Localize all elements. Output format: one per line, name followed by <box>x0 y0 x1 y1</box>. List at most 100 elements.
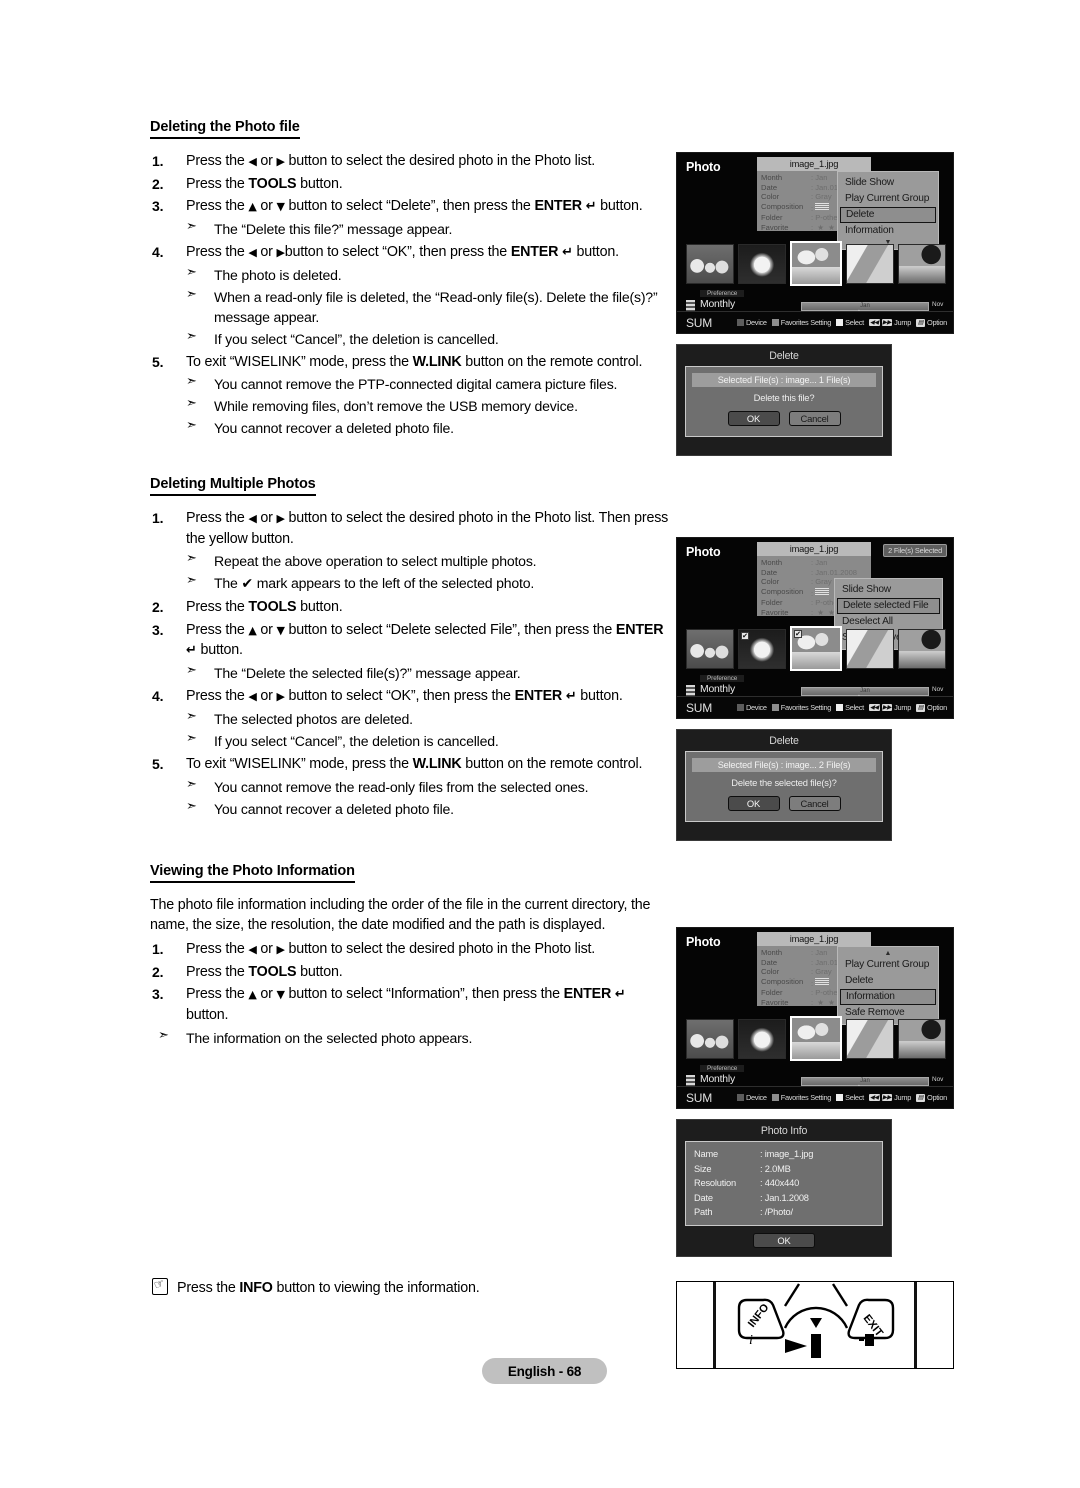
thumbnail-item-checked[interactable]: ✔ <box>738 629 786 669</box>
timeline-track[interactable]: Jan <box>801 687 929 696</box>
note-text: The “Delete this file?” message appear. <box>214 220 453 237</box>
menu-item-play-current-group[interactable]: Play Current Group <box>838 957 938 973</box>
thumbnail-item[interactable] <box>738 1019 786 1059</box>
thumbnail-item[interactable] <box>686 1019 734 1059</box>
preference-label: Preference <box>700 1065 745 1072</box>
tools-icon: ▤ <box>916 1093 926 1102</box>
enter-icon: ↵ <box>614 987 626 1003</box>
menu-item-play-current-group[interactable]: Play Current Group <box>838 191 938 207</box>
thumbnail-item-selected[interactable] <box>790 241 842 286</box>
color-key-icon <box>736 319 744 326</box>
thumbnail-strip[interactable]: ✔ ✔ <box>686 626 948 672</box>
checkbox-checked-icon[interactable]: ✔ <box>741 632 749 640</box>
note-text: The photo is deleted. <box>214 266 342 283</box>
key-hint-device[interactable]: Device <box>736 703 767 712</box>
timeline-track[interactable]: Jan <box>801 1077 929 1086</box>
key-hint-jump[interactable]: ◀◀ ▶▶ Jump <box>868 318 911 327</box>
step-number: 4. <box>152 688 164 705</box>
menu-item-delete[interactable]: Delete <box>838 973 938 989</box>
chevron-up-icon[interactable]: ▲ <box>838 950 938 957</box>
files-selected-badge: 2 File(s) Selected <box>883 544 947 557</box>
cancel-button[interactable]: Cancel <box>788 796 841 811</box>
key-hint-favorites[interactable]: Favorites Setting <box>771 703 831 712</box>
menu-item-slide-show[interactable]: Slide Show <box>835 582 942 598</box>
thumbnail-item-selected[interactable] <box>790 1016 842 1061</box>
menu-item-delete[interactable]: Delete <box>840 207 936 223</box>
step-item: 4. Press the ◀ or ▶ button to select “OK… <box>150 686 670 707</box>
checkbox-checked-icon[interactable]: ✔ <box>794 630 802 638</box>
ok-button[interactable]: OK <box>727 411 780 426</box>
composition-bars-icon <box>815 587 830 596</box>
key-hint-option[interactable]: ▤ Option <box>916 1093 947 1102</box>
info-row: Resolution: 440x440 <box>688 1176 880 1191</box>
key-hint-device[interactable]: Device <box>736 318 767 327</box>
key-hint-select[interactable]: Select <box>836 1093 864 1102</box>
menu-item-delete-selected-file[interactable]: Delete selected File <box>837 598 940 614</box>
note-text: The information on the selected photo ap… <box>186 1029 473 1046</box>
ok-button[interactable]: OK <box>727 796 780 811</box>
info-row: Path: /Photo/ <box>688 1205 880 1220</box>
thumbnail-item-selected-checked[interactable]: ✔ <box>790 626 842 671</box>
thumbnail-item[interactable] <box>846 1019 894 1059</box>
thumbnail-item[interactable] <box>846 244 894 284</box>
tools-context-menu[interactable]: ▲ Play Current Group Delete Information … <box>837 946 939 1025</box>
step-text: Press the ◀ or ▶ button to select the de… <box>186 941 596 958</box>
note-text: The ✔ mark appears to the left of the se… <box>214 575 535 593</box>
key-hint-option[interactable]: ▤ Option <box>916 318 947 327</box>
meta-key: Date <box>761 957 778 967</box>
meta-value: : P-other <box>811 988 841 998</box>
note-item: ➣ The information on the selected photo … <box>150 1028 670 1048</box>
meta-key: Date <box>761 567 778 577</box>
key-hint-favorites[interactable]: Favorites Setting <box>771 318 831 327</box>
key-hint-jump[interactable]: ◀◀ ▶▶ Jump <box>868 1093 911 1102</box>
photo-info-dialog[interactable]: Photo Info Name: image_1.jpg Size: 2.0MB… <box>676 1119 892 1257</box>
tools-context-menu[interactable]: Slide Show Play Current Group Delete Inf… <box>837 171 939 250</box>
key-hint-device[interactable]: Device <box>736 1093 767 1102</box>
menu-item-information[interactable]: Information <box>840 989 936 1005</box>
photo-file-title: image_1.jpg <box>757 157 871 171</box>
note-item: ➣ The photo is deleted. <box>186 265 670 285</box>
thumbnail-item[interactable] <box>686 244 734 284</box>
delete-confirm-dialog-single[interactable]: Delete Selected File(s) : image... 1 Fil… <box>676 344 892 456</box>
note-text: The “Delete the selected file(s)?” messa… <box>214 665 521 682</box>
step-item: 1. Press the ◀ or ▶ button to select the… <box>150 939 670 960</box>
tv-screenshot-delete-menu: Photo image_1.jpg Month: Jan Date: Jan.0… <box>676 152 954 334</box>
thumbnail-item[interactable] <box>898 629 946 669</box>
step-number: 2. <box>152 963 164 980</box>
thumbnail-item[interactable] <box>686 629 734 669</box>
key-hint-select[interactable]: Select <box>836 703 864 712</box>
steps-list-continued-1: 4. Press the ◀ or ▶button to select “OK”… <box>150 242 670 263</box>
key-hint-select[interactable]: Select <box>836 318 864 327</box>
menu-item-slide-show[interactable]: Slide Show <box>838 175 938 191</box>
timeline-track[interactable]: Jan <box>801 302 929 311</box>
bullet-arrow-icon: ➣ <box>186 798 197 814</box>
meta-value: : <box>811 587 830 599</box>
meta-key: Month <box>761 173 783 182</box>
thumbnail-item[interactable] <box>846 629 894 669</box>
menu-item-information[interactable]: Information <box>838 223 938 239</box>
tools-icon: ▤ <box>916 703 926 712</box>
thumbnail-item[interactable] <box>898 1019 946 1059</box>
thumbnail-strip[interactable] <box>686 241 948 287</box>
thumbnail-item[interactable] <box>898 244 946 284</box>
cancel-button[interactable]: Cancel <box>788 411 841 426</box>
meta-value: : Gray <box>811 967 832 977</box>
steps-list-deleting-multiple: 1. Press the ◀ or ▶ button to select the… <box>150 508 670 549</box>
ok-button[interactable]: OK <box>753 1232 815 1248</box>
photo-file-title: image_1.jpg <box>757 542 871 556</box>
key-hint-favorites[interactable]: Favorites Setting <box>771 1093 831 1102</box>
dialog-buttons: OK <box>677 1232 891 1248</box>
thumbnail-item[interactable] <box>738 244 786 284</box>
exit-glyph <box>859 1334 874 1346</box>
note-item: ➣ Repeat the above operation to select mu… <box>186 551 670 571</box>
key-hint-jump[interactable]: ◀◀ ▶▶ Jump <box>868 703 911 712</box>
meta-row: Date: Jan.01.2008 <box>761 568 867 578</box>
delete-confirm-dialog-multiple[interactable]: Delete Selected File(s) : image... 2 Fil… <box>676 729 892 841</box>
meta-key: Favorite <box>761 607 789 617</box>
dialog-body: Selected File(s) : image... 1 File(s) De… <box>685 366 883 437</box>
thumbnail-strip[interactable] <box>686 1016 948 1062</box>
note-item: ➣ When a read-only file is deleted, the “… <box>186 287 670 327</box>
info-label: INFO <box>746 1301 772 1329</box>
note-text: If you select “Cancel”, the deletion is … <box>214 732 499 749</box>
key-hint-option[interactable]: ▤ Option <box>916 703 947 712</box>
